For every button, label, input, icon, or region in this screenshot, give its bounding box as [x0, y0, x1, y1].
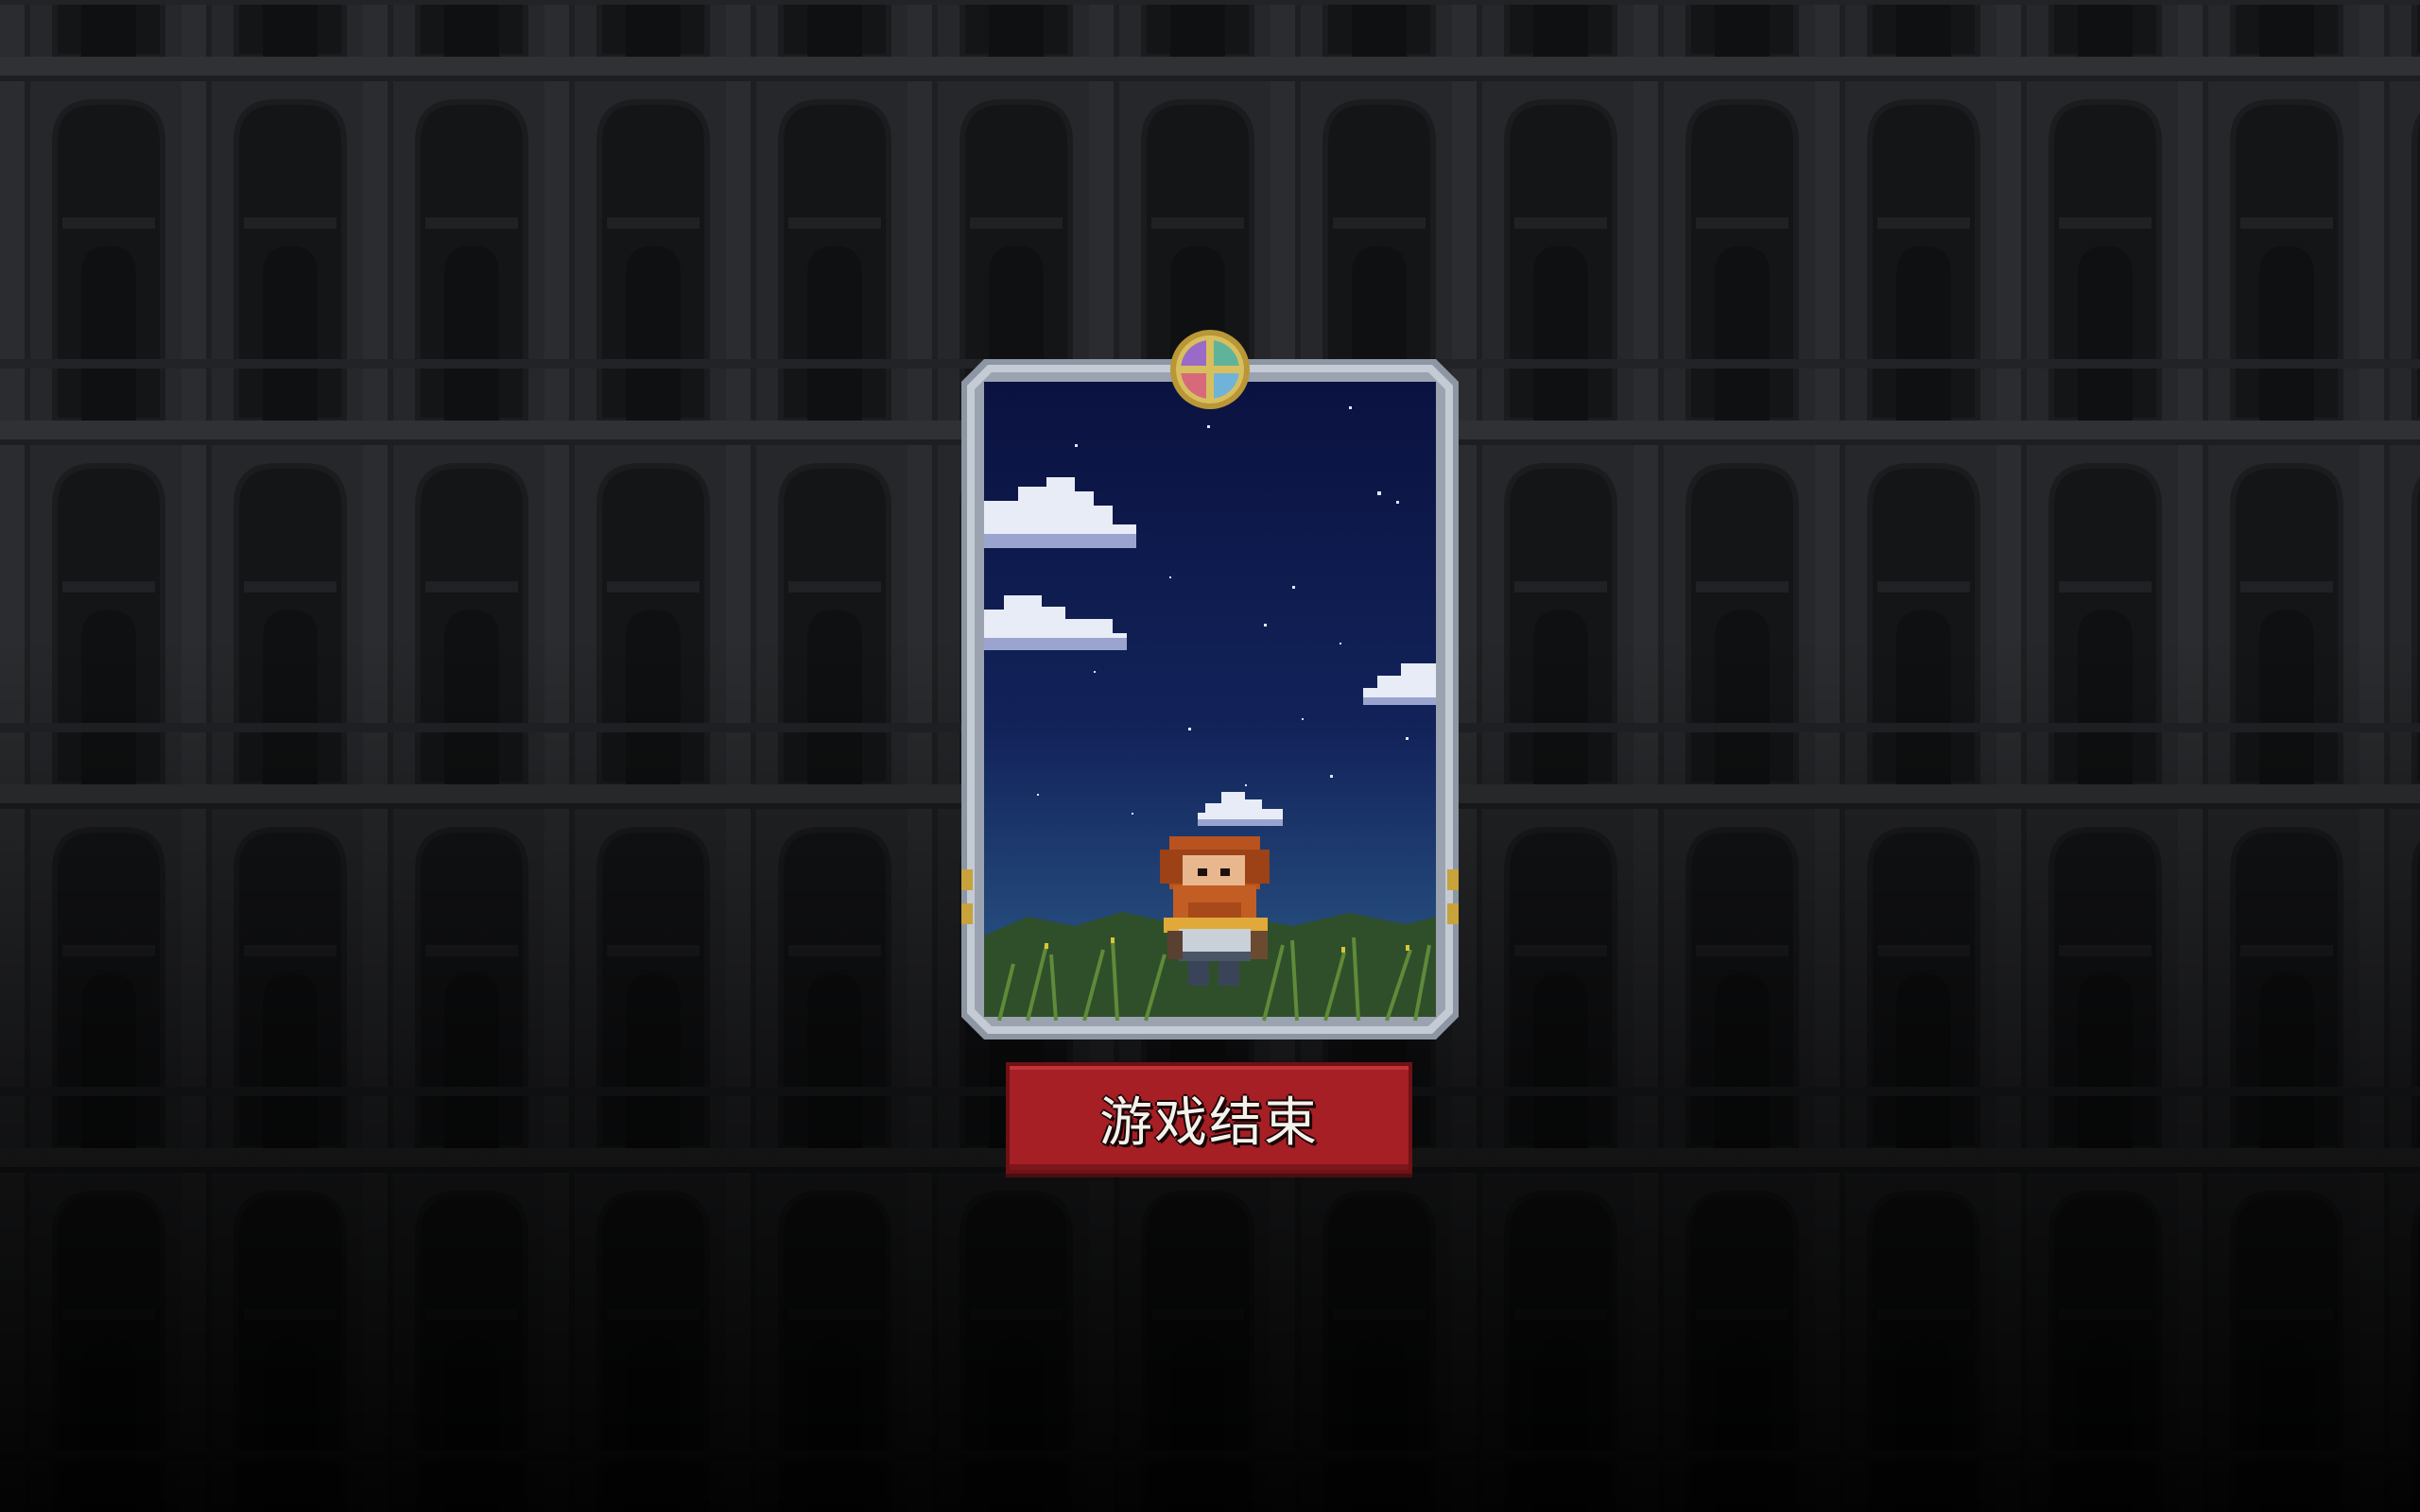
four-color-emblem-icon	[1170, 330, 1250, 409]
game-over-label: 游戏结束	[1099, 1091, 1319, 1154]
game-over-screen: 游戏结束	[0, 0, 2420, 1512]
game-over-button[interactable]: 游戏结束	[1006, 1062, 1412, 1174]
character-card[interactable]	[961, 359, 1459, 1040]
